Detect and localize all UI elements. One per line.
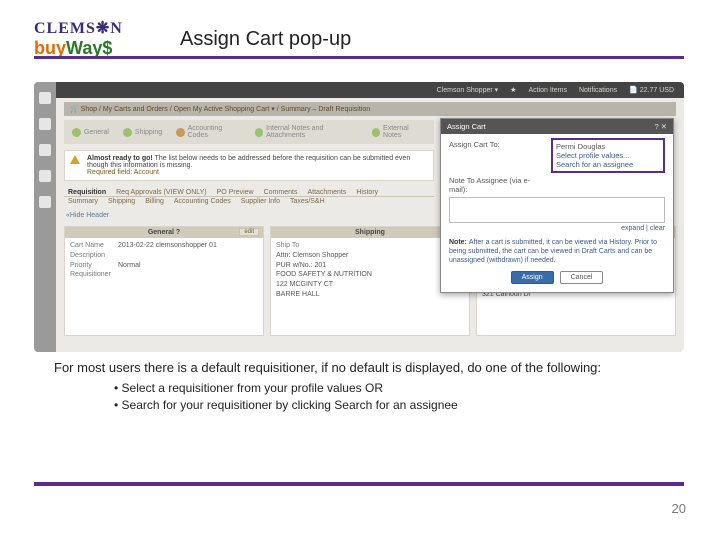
subtab-supplier[interactable]: Supplier Info [241, 198, 280, 210]
col-general: General ?edit Cart Name2013-02-22 clemso… [64, 226, 264, 336]
cart-total[interactable]: 📄 22.77 USD [629, 86, 674, 94]
slide: CLEMS❋N buyWay$ Assign Cart pop-up Clems… [0, 0, 720, 540]
report-icon[interactable] [39, 196, 51, 208]
screenshot-area: Clemson Shopper ▾ ★ Action Items Notific… [34, 82, 684, 352]
popup-titlebar: Assign Cart ? ✕ [441, 119, 673, 134]
subtab-billing[interactable]: Billing [145, 198, 164, 210]
step-shipping[interactable]: Shipping [123, 128, 162, 137]
select-profile-link[interactable]: Select profile values... [556, 151, 660, 160]
close-icon[interactable]: ? ✕ [654, 122, 667, 131]
body-li1: Select a requisitioner from your profile… [114, 381, 680, 397]
step-general[interactable]: General [72, 128, 109, 137]
assign-to-label: Assign Cart To: [449, 140, 545, 173]
page-number: 20 [672, 501, 686, 516]
req-subtabs: Summary Shipping Billing Accounting Code… [64, 198, 434, 210]
tab-approvals[interactable]: Req Approvals (VIEW ONLY) [116, 189, 207, 196]
assign-to-value-box: Permi Douglas Select profile values... S… [551, 138, 665, 173]
search-assignee-link[interactable]: Search for an assignee [556, 160, 660, 169]
top-divider [34, 56, 684, 59]
tab-history[interactable]: History [356, 189, 378, 196]
left-nav-ribbon [34, 82, 56, 352]
assign-button[interactable]: Assign [511, 271, 554, 284]
top-bar: Clemson Shopper ▾ ★ Action Items Notific… [56, 82, 684, 98]
expand-clear-links[interactable]: expand | clear [449, 225, 665, 232]
warning-banner: Almost ready to go! The list below needs… [64, 150, 434, 181]
wizard-steps: General Shipping Accounting Codes Intern… [64, 120, 434, 144]
notifications-link[interactable]: Notifications [579, 87, 617, 94]
popup-title: Assign Cart [447, 122, 486, 131]
tab-attachments[interactable]: Attachments [307, 189, 346, 196]
edit-general-button[interactable]: edit [239, 228, 259, 236]
popup-info-note: Note: After a cart is submitted, it can … [449, 238, 665, 265]
breadcrumb[interactable]: 🛒 Shop / My Carts and Orders / Open My A… [64, 102, 676, 116]
doc-icon[interactable] [39, 144, 51, 156]
assign-cart-popup: Assign Cart ? ✕ Assign Cart To: Permi Do… [440, 118, 674, 293]
req-tabs: Requisition Req Approvals (VIEW ONLY) PO… [64, 182, 434, 197]
bank-icon[interactable] [39, 170, 51, 182]
action-items-link[interactable]: Action Items [528, 87, 567, 94]
page-title: Assign Cart pop-up [180, 28, 351, 51]
subtab-summary[interactable]: Summary [68, 198, 98, 210]
cart-icon[interactable] [39, 118, 51, 130]
home-icon[interactable] [39, 92, 51, 104]
body-p1: For most users there is a default requis… [54, 360, 601, 375]
hide-header-link[interactable]: «Hide Header [66, 212, 109, 219]
logo: CLEMS❋N buyWay$ [34, 18, 123, 59]
note-textarea[interactable] [449, 197, 665, 223]
cancel-button[interactable]: Cancel [560, 271, 604, 284]
user-menu[interactable]: Clemson Shopper ▾ [437, 86, 499, 94]
tab-requisition[interactable]: Requisition [68, 189, 106, 196]
note-label: Note To Assignee (via e-mail): [449, 176, 545, 194]
subtab-taxes[interactable]: Taxes/S&H [290, 198, 325, 210]
assignee-name: Permi Douglas [556, 142, 660, 151]
bottom-divider [34, 482, 684, 486]
subtab-shipping[interactable]: Shipping [108, 198, 135, 210]
body-text: For most users there is a default requis… [54, 360, 680, 416]
tab-po-preview[interactable]: PO Preview [217, 189, 254, 196]
step-accounting[interactable]: Accounting Codes [176, 125, 241, 139]
required-field-text: Required field: Account [87, 169, 159, 176]
subtab-accounting[interactable]: Accounting Codes [174, 198, 231, 210]
body-li2: Search for your requisitioner by clickin… [114, 398, 680, 414]
star-icon[interactable]: ★ [510, 86, 516, 94]
tab-comments[interactable]: Comments [264, 189, 298, 196]
step-external-notes[interactable]: External Notes [372, 125, 426, 139]
step-internal-notes[interactable]: Internal Notes and Attachments [255, 125, 358, 139]
logo-clemson: CLEMS❋N [34, 18, 123, 38]
